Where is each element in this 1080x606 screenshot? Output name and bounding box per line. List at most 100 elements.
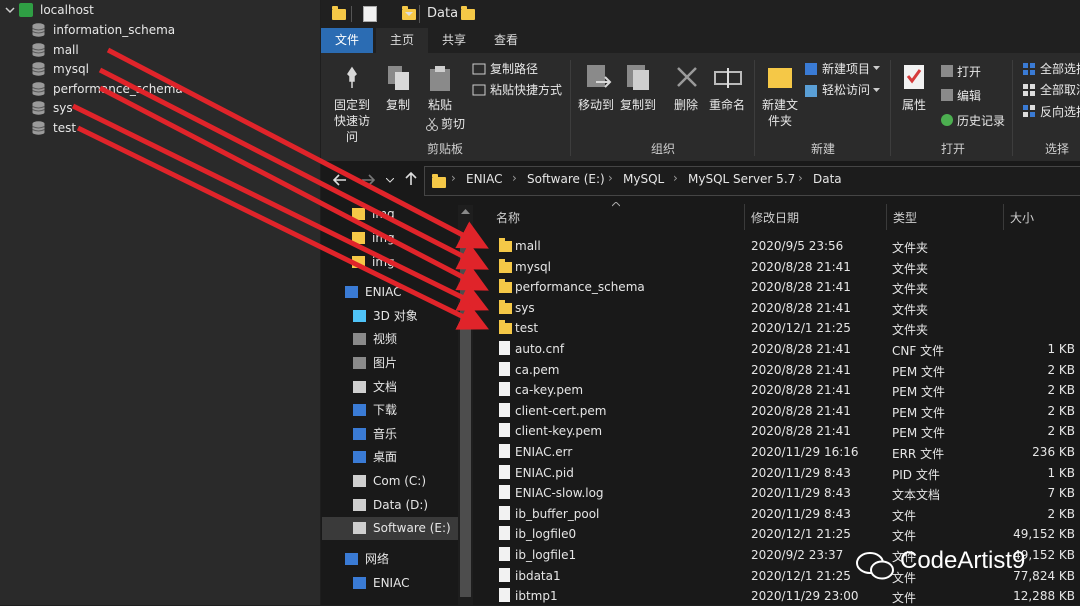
new-item-dropdown-icon[interactable]	[873, 66, 880, 72]
file-date: 2020/8/28 21:41	[751, 403, 851, 418]
paste-button[interactable]: 粘贴	[428, 97, 452, 113]
tree-database-item[interactable]: mysql	[0, 59, 320, 79]
history-button[interactable]: 历史记录	[957, 113, 1005, 129]
breadcrumb-separator[interactable]: ›	[798, 171, 803, 185]
file-row[interactable]: mall 2020/9/5 23:56 文件夹	[490, 236, 1080, 256]
nav-item[interactable]: 视频	[322, 328, 458, 351]
nav-item[interactable]: 文档	[322, 376, 458, 399]
column-type[interactable]: 类型	[893, 209, 917, 226]
pin-quick-access-button[interactable]: 固定到快速访问	[329, 97, 375, 145]
open-button[interactable]: 打开	[957, 64, 981, 80]
select-all-button[interactable]: 全部选择	[1040, 61, 1080, 77]
file-row[interactable]: performance_schema 2020/8/28 21:41 文件夹	[490, 277, 1080, 297]
recent-dropdown-icon[interactable]	[386, 178, 394, 184]
paste-icon	[430, 66, 450, 91]
breadcrumb-separator[interactable]: ›	[673, 171, 678, 185]
select-none-button[interactable]: 全部取消	[1040, 82, 1080, 98]
scissors-icon	[426, 117, 438, 131]
easy-access-dropdown-icon[interactable]	[873, 88, 880, 94]
nav-item[interactable]: img	[322, 227, 458, 250]
network-icon	[345, 553, 358, 565]
properties-button[interactable]: 属性	[902, 97, 926, 113]
file-row[interactable]: ib_logfile0 2020/12/1 21:25 文件 49,152 KB	[490, 524, 1080, 544]
tree-database-item[interactable]: sys	[0, 98, 320, 118]
file-row[interactable]: ca.pem 2020/8/28 21:41 PEM 文件 2 KB	[490, 360, 1080, 380]
new-item-button[interactable]: 新建项目	[822, 61, 870, 77]
tree-database-item[interactable]: information_schema	[0, 20, 320, 40]
edit-button[interactable]: 编辑	[957, 88, 981, 104]
paste-shortcut-button[interactable]: 粘贴快捷方式	[490, 82, 562, 98]
tree-database-item[interactable]: test	[0, 118, 320, 138]
folder-icon	[499, 299, 512, 314]
file-row[interactable]: test 2020/12/1 21:25 文件夹	[490, 318, 1080, 338]
breadcrumb-item[interactable]: Software (E:)	[527, 172, 605, 186]
nav-item[interactable]: 音乐	[322, 423, 458, 446]
breadcrumb-separator[interactable]: ›	[451, 171, 456, 185]
file-row[interactable]: mysql 2020/8/28 21:41 文件夹	[490, 257, 1080, 277]
breadcrumb-separator[interactable]: ›	[608, 171, 613, 185]
file-row[interactable]: sys 2020/8/28 21:41 文件夹	[490, 298, 1080, 318]
tab-home[interactable]: 主页	[376, 28, 428, 53]
new-folder-button[interactable]: 新建文件夹	[762, 97, 798, 129]
quick-access-dropdown-icon[interactable]	[405, 10, 413, 18]
nav-item[interactable]: img	[322, 203, 458, 226]
folder-icon	[499, 320, 512, 335]
nav-item[interactable]: Data (D:)	[322, 494, 458, 517]
invert-selection-button[interactable]: 反向选择	[1040, 104, 1080, 120]
tree-database-item[interactable]: performance_schema	[0, 79, 320, 99]
nav-item[interactable]: ENIAC	[322, 572, 458, 595]
tab-view[interactable]: 查看	[480, 28, 532, 53]
breadcrumb-item[interactable]: MySQL Server 5.7	[688, 172, 795, 186]
new-item-icon	[805, 63, 817, 75]
nav-scrollbar-thumb[interactable]	[460, 235, 471, 597]
file-row[interactable]: ib_buffer_pool 2020/11/29 8:43 文件 2 KB	[490, 504, 1080, 524]
file-row[interactable]: ibtmp1 2020/11/29 23:00 文件 12,288 KB	[490, 586, 1080, 606]
tree-database-item[interactable]: mall	[0, 40, 320, 60]
breadcrumb-item[interactable]: ENIAC	[466, 172, 502, 186]
nav-item[interactable]: Com (C:)	[322, 470, 458, 493]
tab-file[interactable]: 文件	[321, 28, 373, 53]
move-to-button[interactable]: 移动到	[578, 97, 614, 113]
file-row[interactable]: ENIAC.pid 2020/11/29 8:43 PID 文件 1 KB	[490, 463, 1080, 483]
column-name[interactable]: 名称	[496, 209, 520, 226]
column-date[interactable]: 修改日期	[751, 209, 799, 226]
documents-icon	[353, 381, 366, 393]
copy-button[interactable]: 复制	[386, 97, 410, 113]
copy-to-button[interactable]: 复制到	[620, 97, 656, 113]
breadcrumb-item[interactable]: MySQL	[623, 172, 664, 186]
up-arrow-icon[interactable]	[405, 172, 417, 186]
nav-scrollbar[interactable]	[458, 205, 473, 605]
tree-root-localhost[interactable]: localhost	[0, 0, 320, 20]
nav-item[interactable]: 图片	[322, 352, 458, 375]
file-row[interactable]: client-key.pem 2020/8/28 21:41 PEM 文件 2 KB	[490, 421, 1080, 441]
file-type: 文件	[892, 529, 917, 544]
properties-quick-icon[interactable]	[363, 6, 377, 22]
file-row[interactable]: ENIAC.err 2020/11/29 16:16 ERR 文件 236 KB	[490, 442, 1080, 462]
chevron-down-icon[interactable]	[5, 5, 15, 15]
file-row[interactable]: ca-key.pem 2020/8/28 21:41 PEM 文件 2 KB	[490, 380, 1080, 400]
file-row[interactable]: auto.cnf 2020/8/28 21:41 CNF 文件 1 KB	[490, 339, 1080, 359]
nav-item[interactable]: 下载	[322, 399, 458, 422]
file-row[interactable]: ENIAC-slow.log 2020/11/29 8:43 文本文档 7 KB	[490, 483, 1080, 503]
column-size[interactable]: 大小	[1010, 209, 1034, 226]
tab-share[interactable]: 共享	[428, 28, 480, 53]
forward-arrow-icon[interactable]	[361, 174, 375, 186]
back-arrow-icon[interactable]	[333, 174, 347, 186]
nav-item[interactable]: 3D 对象	[322, 305, 458, 328]
file-name: ca-key.pem	[515, 383, 584, 398]
nav-item[interactable]: Software (E:)	[322, 517, 458, 540]
easy-access-button[interactable]: 轻松访问	[822, 82, 870, 98]
breadcrumb-separator[interactable]: ›	[512, 171, 517, 185]
nav-item-label: 音乐	[373, 427, 398, 441]
nav-item[interactable]: 桌面	[322, 446, 458, 469]
rename-button[interactable]: 重命名	[709, 97, 745, 113]
file-size: 236 KB	[1032, 445, 1075, 459]
copy-path-button[interactable]: 复制路径	[490, 61, 538, 77]
breadcrumb-item[interactable]: Data	[813, 172, 842, 186]
cut-button[interactable]: 剪切	[441, 116, 465, 132]
delete-button[interactable]: 删除	[674, 97, 698, 113]
nav-item[interactable]: ENIAC	[322, 281, 458, 304]
file-row[interactable]: client-cert.pem 2020/8/28 21:41 PEM 文件 2 KB	[490, 401, 1080, 421]
nav-item[interactable]: img	[322, 251, 458, 274]
nav-item[interactable]: 网络	[322, 548, 458, 571]
